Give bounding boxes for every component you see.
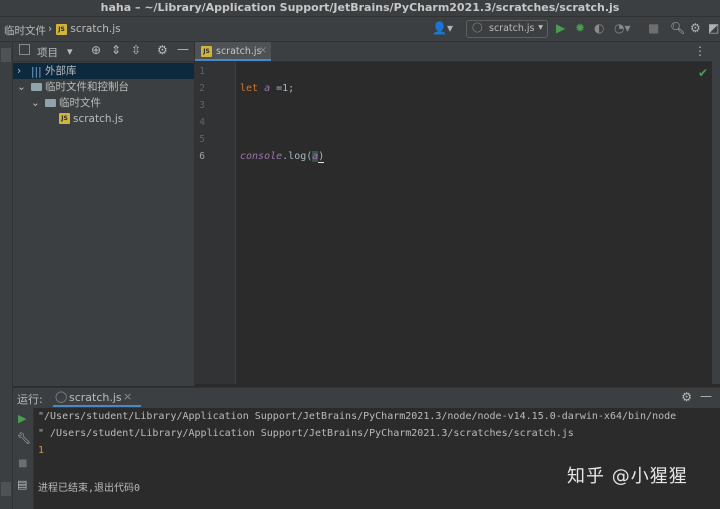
run-tab-label: scratch.js [69,391,122,404]
chevron-down-icon: ▾ [538,22,543,33]
profile-icon[interactable]: ◔▾ [614,21,631,35]
title-bar: haha – ~/Library/Application Support/Jet… [0,0,720,17]
watermark: 知乎 @小猩猩 [567,466,688,487]
js-file-icon: JS [56,23,67,35]
left-tool-strip [0,42,13,509]
breadcrumb-sep: › [48,23,53,35]
line-number: 3 [199,100,205,111]
tree-item-label: scratch.js [73,113,124,125]
tree-item-scratches-consoles[interactable]: ⌄ 临时文件和控制台 [13,79,194,95]
line-number: 5 [199,134,205,145]
chevron-down-icon[interactable]: ⌄ [17,79,26,95]
right-tool-strip [712,42,720,384]
close-icon[interactable]: × [259,45,267,56]
hide-icon[interactable]: — [700,389,712,403]
gear-icon[interactable]: ⚙ [690,21,701,35]
js-file-icon: JS [59,113,70,124]
gear-icon[interactable]: ⚙ [681,390,692,404]
locate-icon[interactable]: ⊕ [91,43,101,57]
code-rest: =1; [270,83,295,94]
config-icon: ◯ [472,22,483,33]
scratches-folder-icon [31,83,42,91]
collapse-all-icon[interactable]: ⇳ [131,43,141,57]
window-title: haha – ~/Library/Application Support/Jet… [100,1,620,14]
coverage-icon[interactable]: ◐ [594,21,604,35]
breadcrumb-scratches[interactable]: 临时文件 [4,23,46,38]
run-config-select[interactable]: ◯ scratch.js ▾ [466,20,548,38]
run-icon[interactable]: ▶ [556,21,565,35]
tree-item-scratches[interactable]: ⌄ 临时文件 [13,95,194,111]
expand-all-icon[interactable]: ⇕ [111,43,121,57]
tree-item-external-libs[interactable]: › ||| 外部库 [13,63,194,79]
js-file-icon: JS [201,46,212,57]
user-icon[interactable]: 👤▾ [432,21,453,35]
chevron-down-icon[interactable]: ▾ [67,45,73,58]
config-icon: ◯ [55,390,68,403]
console-line-output: 1 [38,445,45,456]
project-panel-header: 项目 ▾ ⊕ ⇕ ⇳ ⚙ — [13,42,194,62]
breadcrumb-file-label: scratch.js [70,23,121,35]
tree-item-label: 外部库 [45,65,77,77]
run-side-toolbar: ▶ 🔧︎ ■ ▤ [13,408,34,509]
code-log-call: .log( [282,151,313,162]
project-view-icon [19,44,30,55]
tab-scratch-js[interactable]: JS scratch.js × [195,42,271,61]
structure-tool-button[interactable] [1,482,11,496]
project-title[interactable]: 项目 [37,45,58,60]
project-tool-button[interactable] [1,48,11,62]
folder-icon [45,99,56,107]
tab-label: scratch.js [216,46,262,57]
checkmark-icon[interactable]: ✔ [698,66,708,80]
chevron-down-icon[interactable]: ⌄ [31,95,40,111]
layout-icon[interactable]: ▤ [17,478,27,491]
tab-run-scratch[interactable]: ◯ scratch.js × [53,388,141,407]
code-line-6: console.log(a) [240,151,325,163]
project-panel: 项目 ▾ ⊕ ⇕ ⇳ ⚙ — › ||| 外部库 ⌄ 临时文件和控制台 ⌄ 临时… [13,42,195,386]
chevron-right-icon[interactable]: › [17,63,21,79]
navigation-bar: 临时文件 › JS scratch.js 👤▾ ◯ scratch.js ▾ ▶… [0,17,720,42]
run-label: 运行: [17,393,43,406]
close-icon[interactable]: × [123,390,132,403]
tree-item-label: 临时文件和控制台 [45,81,129,93]
tree-item-scratch-js[interactable]: JS scratch.js [13,111,194,127]
code-close-paren: ) [318,151,325,163]
keyword-let: let [240,83,259,94]
hide-icon[interactable]: — [177,42,189,56]
search-icon[interactable]: 🔍︎ [670,21,685,35]
console-line: "/Users/student/Library/Application Supp… [38,411,677,422]
console-line: " /Users/student/Library/Application Sup… [38,428,574,439]
editor-tab-bar: JS scratch.js × ⋮ [195,42,720,62]
library-icon: ||| [31,66,42,78]
run-config-label: scratch.js [489,23,535,34]
wrench-icon[interactable]: 🔧︎ [17,432,31,445]
stop-icon[interactable]: ■ [18,458,27,469]
line-number: 4 [199,117,205,128]
more-icon[interactable]: ⋮ [694,44,706,58]
line-number: 2 [199,83,205,94]
debug-icon[interactable]: ✹ [575,21,585,35]
code-line-2: let a =1; [240,83,294,94]
console-output[interactable]: "/Users/student/Library/Application Supp… [34,408,720,509]
code-editor[interactable]: let a =1; console.log(a) ✔ [236,62,720,384]
gear-icon[interactable]: ⚙ [157,43,168,57]
run-panel-header: 运行: ◯ scratch.js × ⚙ — [13,387,720,409]
line-number: 1 [199,66,205,77]
stop-icon[interactable]: ■ [648,21,659,35]
tree-item-label: 临时文件 [59,97,101,109]
console-line-exit: 进程已结束,退出代码0 [38,483,141,494]
console-object: console [240,151,283,162]
ide-icon[interactable]: ◩ [708,21,719,35]
breadcrumb-file[interactable]: JS scratch.js [56,23,121,35]
line-number-current: 6 [199,151,205,162]
line-number-gutter: 1 2 3 4 5 6 [195,62,236,384]
rerun-icon[interactable]: ▶ [18,412,26,425]
